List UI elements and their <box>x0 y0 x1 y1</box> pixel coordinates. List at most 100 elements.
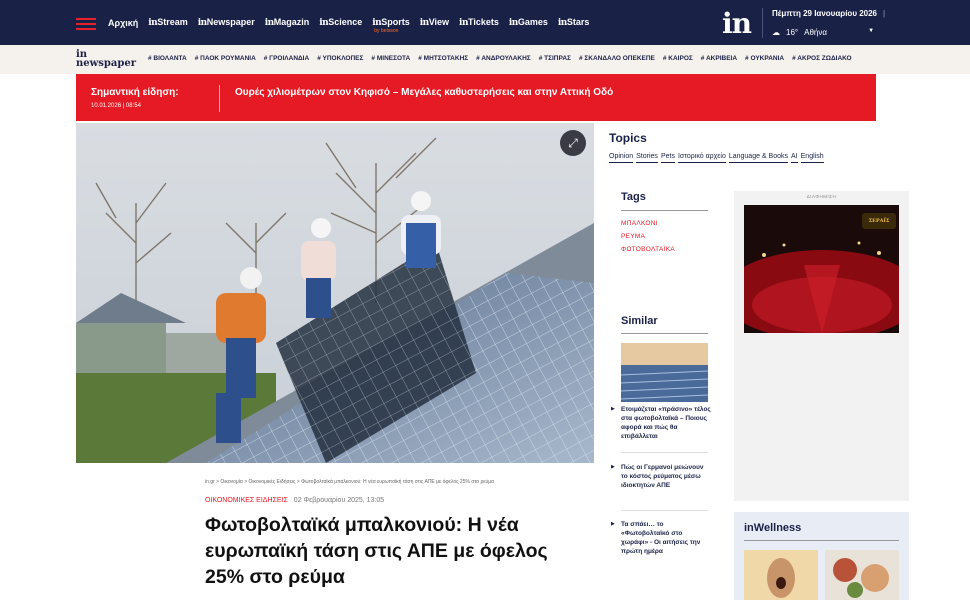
article-category[interactable]: ΟΙΚΟΝΟΜΙΚΕΣ ΕΙΔΗΣΕΙΣ <box>205 497 288 504</box>
nav-link-view[interactable]: inView <box>420 17 449 28</box>
nav-prefix: in <box>557 18 567 28</box>
nav-prefix: in <box>197 18 207 28</box>
trending-tag[interactable]: # ΜΙΝΕΣΟΤΑ <box>371 55 410 62</box>
trending-tag[interactable]: # ΠΑΟΚ ΡΟΥΜΑΝΙΑ <box>195 55 256 62</box>
nav-link-games[interactable]: inGames <box>509 17 548 28</box>
site-logo[interactable]: in <box>722 7 752 40</box>
arrow-icon: ▶ <box>611 521 615 527</box>
nav-link-label: Stream <box>157 17 188 27</box>
nav-link-magazin[interactable]: inMagazin <box>265 17 309 28</box>
nav-prefix: in <box>264 18 274 28</box>
trending-tag[interactable]: # ΑΝΔΡΟΥΛΑΚΗΣ <box>476 55 531 62</box>
nav-link-label: Newspaper <box>206 17 255 27</box>
solar-field-photo <box>621 343 708 402</box>
tag-link[interactable]: ΜΠΑΛΚΟΝΙ <box>621 220 658 227</box>
solar-workers-photo <box>76 123 594 463</box>
trending-tag[interactable]: # ΚΑΙΡΟΣ <box>663 55 693 62</box>
city-name: Αθήνα <box>804 28 827 37</box>
expand-icon[interactable]: ⤢ <box>560 130 586 156</box>
similar-thumbnail[interactable] <box>621 343 708 402</box>
sponsor-label: by betsson <box>374 28 399 34</box>
trending-tag[interactable]: # ΓΡΟΙΛΑΝΔΙΑ <box>264 55 309 62</box>
wellness-thumbnail[interactable] <box>744 550 818 600</box>
food-plate-photo <box>825 550 899 600</box>
nav-prefix: in <box>148 18 158 28</box>
topic-link[interactable]: Opinion <box>609 153 634 163</box>
nav-prefix: in <box>372 18 382 28</box>
topic-link[interactable]: Stories <box>636 153 658 163</box>
trending-tag[interactable]: # ΤΣΙΠΡΑΣ <box>539 55 571 62</box>
chevron-down-icon: ▼ <box>868 28 875 34</box>
nav-link-stream[interactable]: inStream <box>148 17 187 28</box>
trending-tag[interactable]: # ΣΚΑΝΔΑΛΟ ΟΠΕΚΕΠΕ <box>579 55 655 62</box>
nav-prefix: in <box>419 18 429 28</box>
trending-tag[interactable]: # ΒΙΟΛΑΝΤΑ <box>148 55 187 62</box>
breaking-news-banner[interactable]: Σημαντική είδηση: 10.01.2026 | 08:54 Ουρ… <box>76 74 876 121</box>
top-navigation-bar: Αρχική inStream inNewspaper inMagazin in… <box>0 0 970 45</box>
similar-divider <box>621 333 708 334</box>
nav-link-science[interactable]: inScience <box>319 17 362 28</box>
screaming-man-photo <box>744 550 818 600</box>
nav-link-stars[interactable]: inStars <box>558 17 589 28</box>
hamburger-icon[interactable] <box>76 18 96 30</box>
article-date: 02 Φεβρουαρίου 2025, 13:05 <box>293 497 385 504</box>
trending-tag[interactable]: # ΑΚΡΙΒΕΙΑ <box>701 55 737 62</box>
nav-link-label: Αρχική <box>108 17 139 28</box>
nav-link-newspaper[interactable]: inNewspaper <box>198 17 255 28</box>
topic-link[interactable]: Language & Books <box>728 153 789 163</box>
ad-logo: ΣΕΡΑΪΣ <box>862 213 896 229</box>
logo-divider <box>762 8 763 38</box>
breadcrumb[interactable]: in.gr > Οικονομία > Οικονομικές Ειδήσεις… <box>205 479 494 485</box>
breaking-label: Σημαντική είδηση: <box>91 87 179 98</box>
wellness-heading[interactable]: inWellness <box>744 522 801 534</box>
nav-link-home[interactable]: Αρχική <box>108 18 138 28</box>
article-meta: ΟΙΚΟΝΟΜΙΚΕΣ ΕΙΔΗΣΕΙΣ 02 Φεβρουαρίου 2025,… <box>205 497 384 504</box>
similar-title: Πώς οι Γερμανοί μειώνουν το κόστος ρεύμα… <box>621 464 704 489</box>
similar-title: Ετοιμάζεται «πράσινο» τέλος στα φωτοβολτ… <box>621 406 711 440</box>
city-select[interactable]: Αθήνα ▼ <box>804 28 874 37</box>
wellness-thumbnail[interactable] <box>825 550 899 600</box>
nav-link-label: Magazin <box>273 17 310 27</box>
topic-link[interactable]: English <box>800 153 824 163</box>
nav-link-label: Stars <box>566 17 590 27</box>
topic-link[interactable]: Ιστορικό αρχείο <box>677 153 726 163</box>
nav-link-tickets[interactable]: inTickets <box>459 17 499 28</box>
trending-tag[interactable]: # ΥΠΟΚΛΟΠΕΣ <box>317 55 363 62</box>
breaking-headline[interactable]: Ουρές χιλιομέτρων στον Κηφισό – Μεγάλες … <box>235 87 613 98</box>
nav-prefix: in <box>508 18 518 28</box>
trending-tag[interactable]: # ΟΥΚΡΑΝΙΑ <box>745 55 784 62</box>
similar-article[interactable]: ▶ Πώς οι Γερμανοί μειώνουν το κόστος ρεύμ… <box>611 463 711 490</box>
topics-list: Opinion Stories Pets Ιστορικό αρχείο Lan… <box>609 153 824 163</box>
nav-link-label: Science <box>328 17 363 27</box>
topics-heading: Topics <box>609 131 647 145</box>
current-date: Πέμπτη 29 Ιανουαρίου 2026 | <box>772 9 885 18</box>
temperature: 16° <box>786 28 799 37</box>
weather-widget[interactable]: ☁ 16° Αθήνα ▼ <box>772 28 874 37</box>
nav-link-sports[interactable]: inSports by betsson <box>372 17 410 34</box>
date-separator: | <box>883 9 886 18</box>
trending-tag[interactable]: # ΜΗΤΣΟΤΑΚΗΣ <box>418 55 468 62</box>
main-nav: Αρχική inStream inNewspaper inMagazin in… <box>108 0 589 45</box>
hero-image[interactable] <box>76 123 594 463</box>
nav-link-label: Games <box>517 17 548 27</box>
tag-link[interactable]: ΦΩΤΟΒΟΛΤΑΪΚΑ <box>621 246 675 253</box>
similar-separator <box>621 452 708 453</box>
article-title: Φωτοβολταϊκά μπαλκονιού: Η νέα ευρωπαϊκή… <box>205 514 548 588</box>
nav-link-label: Sports <box>381 17 410 27</box>
breaking-divider <box>219 85 220 112</box>
similar-title: Τα σπάει… το «Φωτοβολταϊκό στο χωράφι» -… <box>621 521 701 555</box>
similar-article[interactable]: ▶ Ετοιμάζεται «πράσινο» τέλος στα φωτοβολ… <box>611 405 711 441</box>
cloud-icon: ☁ <box>772 28 780 37</box>
arrow-icon: ▶ <box>611 464 615 470</box>
tag-link[interactable]: ΡΕΥΜΑ <box>621 233 645 240</box>
similar-separator <box>621 510 708 511</box>
newspaper-brand[interactable]: in newspaper <box>76 47 136 69</box>
nav-prefix: in <box>319 18 329 28</box>
date-text: Πέμπτη 29 Ιανουαρίου 2026 <box>772 9 877 18</box>
topic-link[interactable]: Pets <box>660 153 675 163</box>
topic-link[interactable]: AI <box>791 153 798 163</box>
nav-link-label: View <box>428 17 450 27</box>
similar-heading: Similar <box>621 315 658 327</box>
trending-tag[interactable]: # ΑΚΡΟΣ ΖΩΔΙΑΚΟ <box>792 55 851 62</box>
similar-article[interactable]: ▶ Τα σπάει… το «Φωτοβολταϊκό στο χωράφι» … <box>611 520 711 556</box>
